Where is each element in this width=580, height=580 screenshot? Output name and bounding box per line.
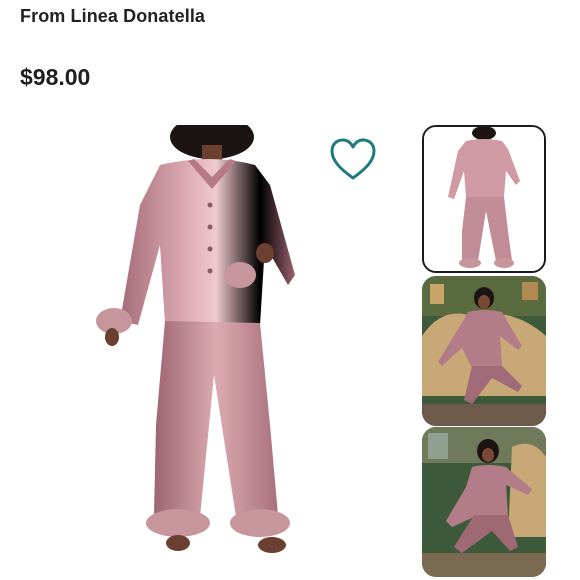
main-product-image[interactable] xyxy=(90,125,330,575)
thumbnail-vintage-room-seated[interactable] xyxy=(422,276,546,426)
thumbnail-studio-front[interactable] xyxy=(422,125,546,273)
brand-line[interactable]: From Linea Donatella xyxy=(20,6,205,27)
product-price: $98.00 xyxy=(20,64,91,90)
thumbnail-vintage-room-lounging[interactable] xyxy=(422,427,546,577)
heart-outline-icon[interactable] xyxy=(329,138,377,182)
